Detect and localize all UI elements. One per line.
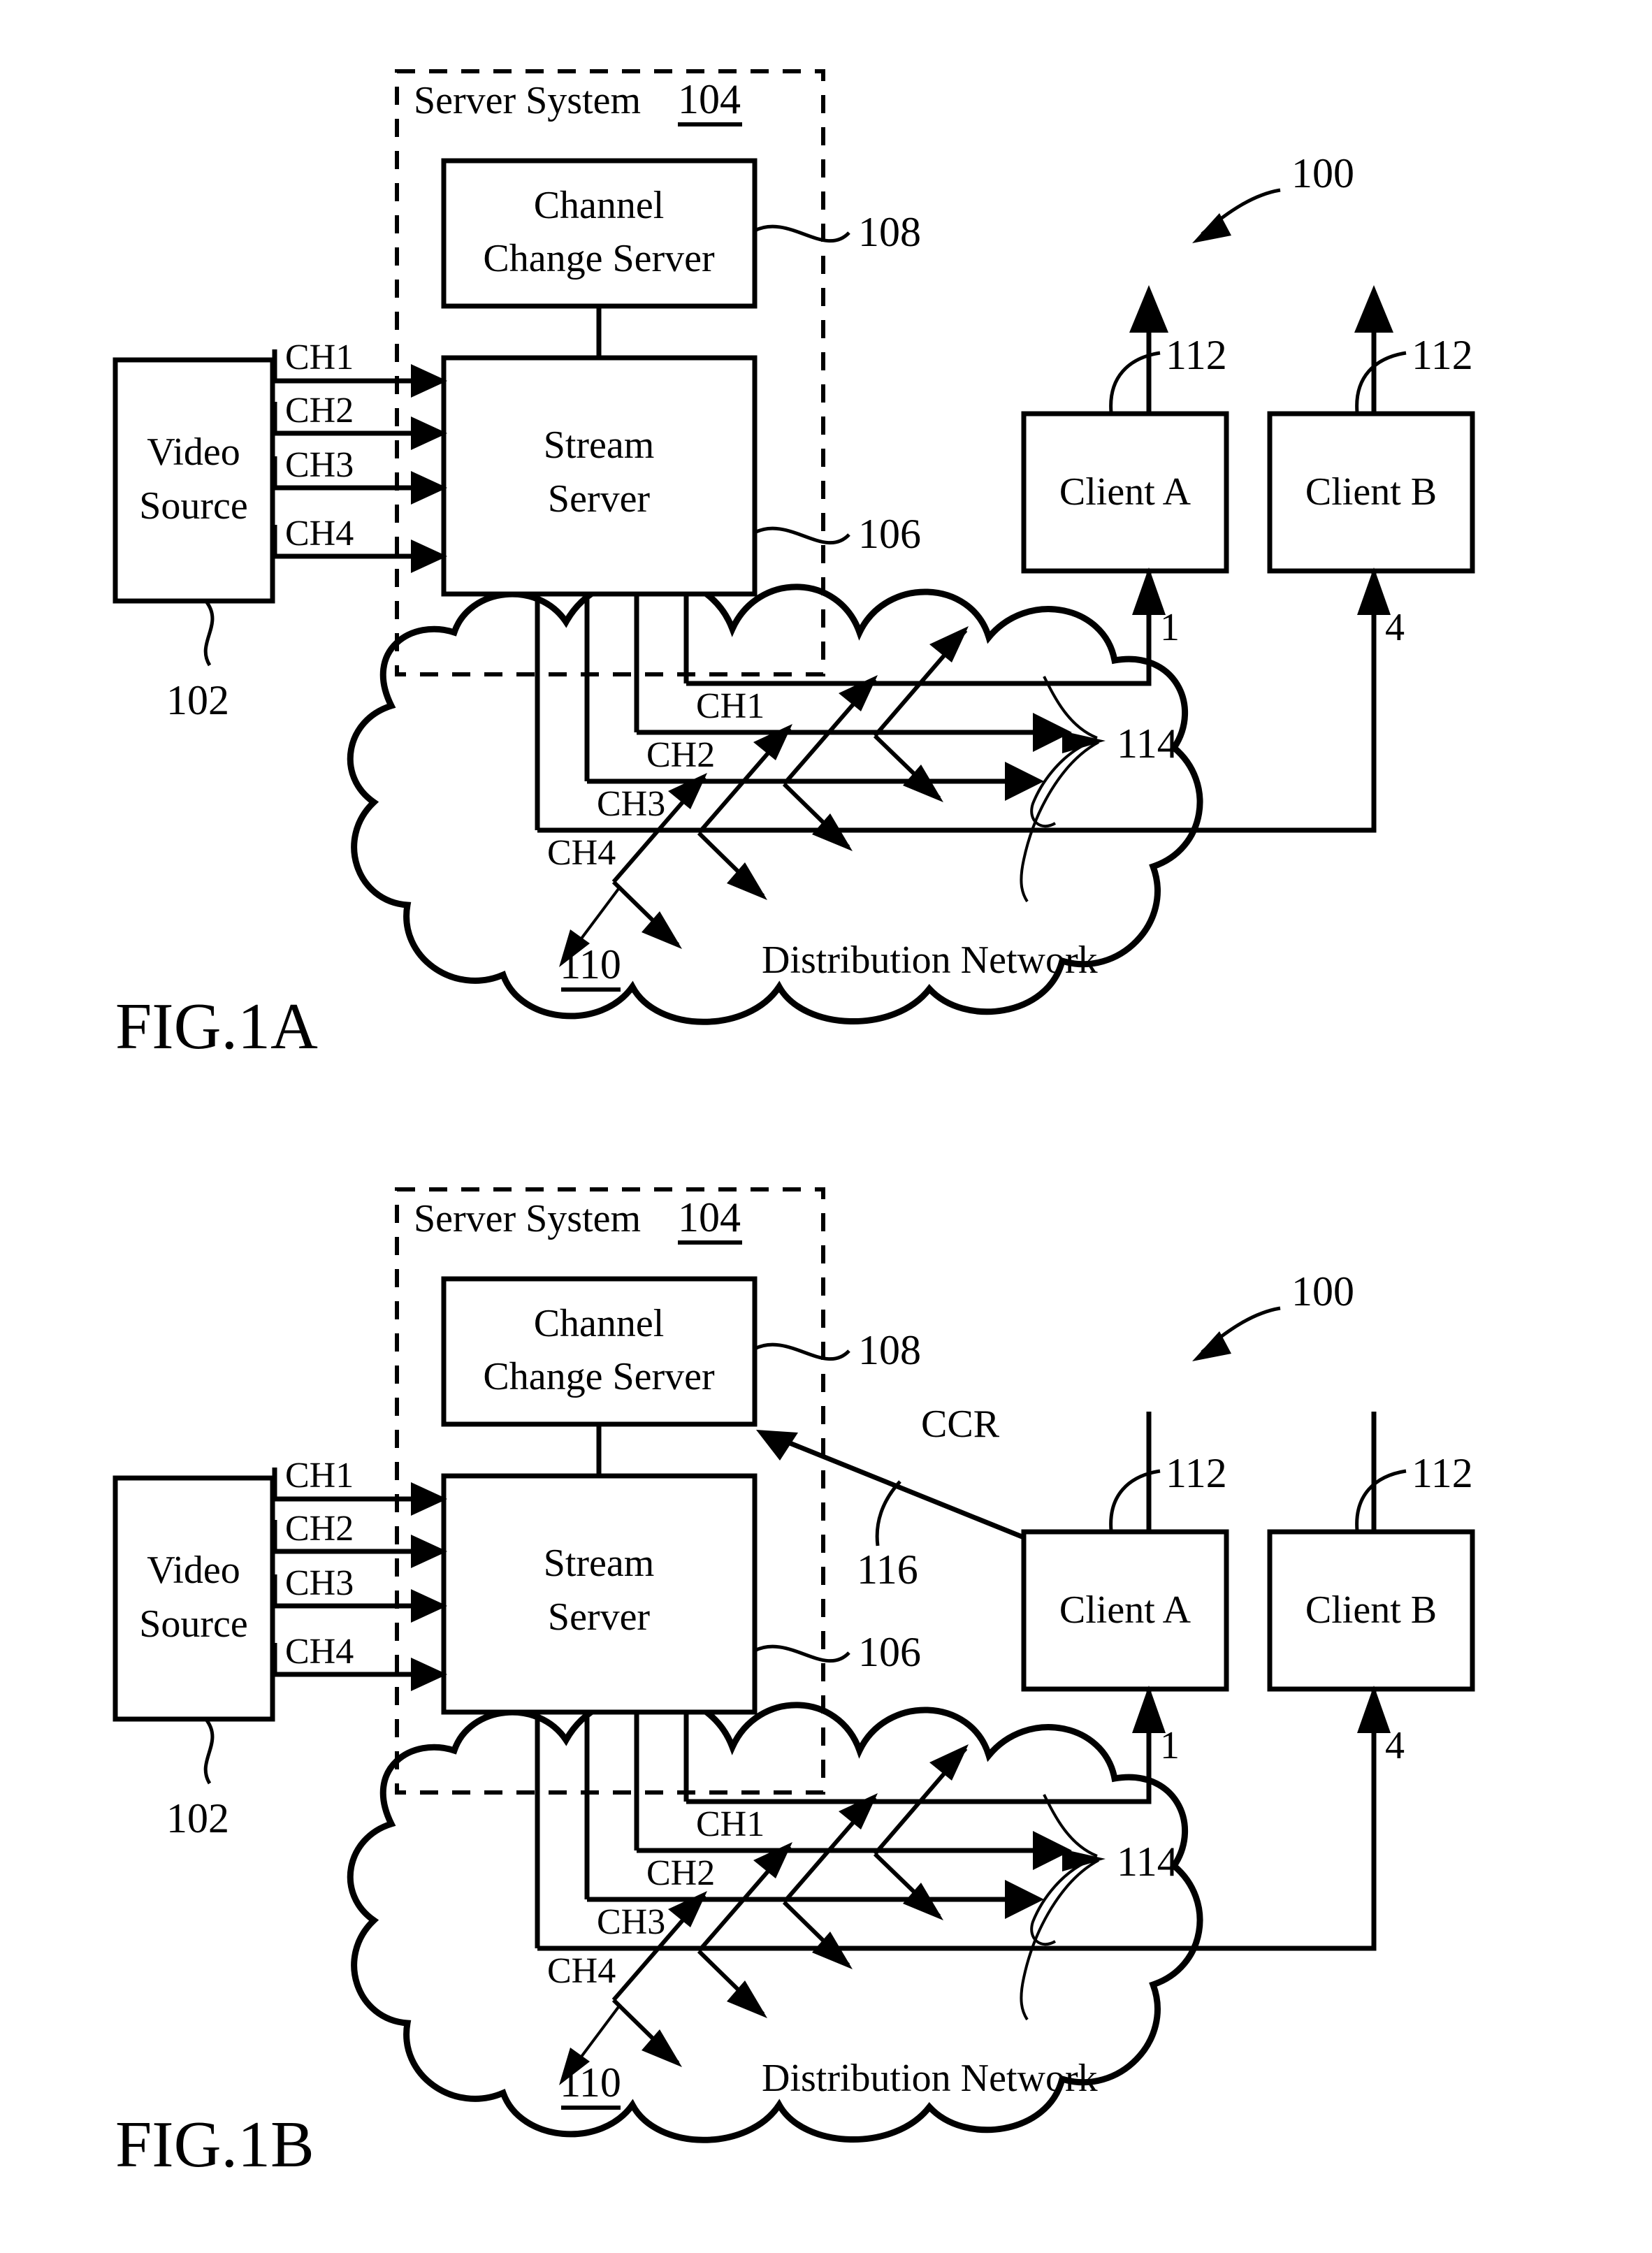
network-channel-label-ch2: CH2 [646, 1853, 715, 1893]
ref-108: 108 [858, 1327, 921, 1373]
source-channel-label-ch2: CH2 [285, 1509, 354, 1549]
ccr-label: CCR [921, 1403, 1000, 1446]
ccs-label-line1: Channel [534, 1302, 665, 1345]
client-b-label: Client B [1305, 470, 1437, 514]
stream-server-label-line1: Stream [544, 1542, 655, 1585]
leader-102 [203, 601, 215, 667]
figure-1b-title: FIG.1B [115, 2108, 314, 2181]
source-channel-label-ch2: CH2 [285, 391, 354, 430]
figure-1a-title: FIG.1A [115, 990, 318, 1063]
leader-112-a [1109, 1469, 1161, 1531]
stream-server-box [441, 355, 758, 597]
ccr-arrow [756, 1430, 1025, 1540]
video-source-label-line2: Source [139, 484, 248, 528]
leader-106 [753, 1644, 850, 1663]
ref-106: 106 [858, 511, 921, 557]
ref-112-b: 112 [1412, 1450, 1473, 1496]
server-system-ref: 104 [678, 76, 741, 122]
video-source-label-line1: Video [147, 1549, 240, 1592]
server-system-label: Server System [414, 1197, 641, 1240]
ref-102: 102 [166, 1795, 229, 1841]
network-channel-label-ch1: CH1 [696, 1804, 765, 1844]
leader-108 [753, 1342, 850, 1361]
figure-1a: Server System 104 Channel Change Server … [113, 69, 1475, 1063]
ccs-label-line2: Change Server [483, 237, 715, 280]
client-b-channel-number: 4 [1385, 606, 1405, 649]
source-channel-label-ch3: CH3 [285, 445, 354, 485]
video-source-label-line2: Source [139, 1602, 248, 1646]
client-a-channel-number: 1 [1160, 1724, 1180, 1767]
network-channel-label-ch3: CH3 [597, 1902, 665, 1942]
source-channel-label-ch1: CH1 [285, 338, 354, 377]
client-a-label: Client A [1059, 470, 1191, 514]
arrowhead-client-b [1354, 285, 1393, 333]
source-channel-label-ch4: CH4 [285, 1632, 354, 1672]
leader-112-b [1355, 351, 1407, 413]
client-a-channel-number: 1 [1160, 606, 1180, 649]
leader-112-a [1109, 351, 1161, 413]
ref-102: 102 [166, 677, 229, 723]
ref-108: 108 [858, 209, 921, 255]
source-channel-label-ch1: CH1 [285, 1456, 354, 1495]
video-source-label-line1: Video [147, 430, 240, 474]
network-channel-label-ch4: CH4 [547, 1951, 616, 1991]
network-channel-label-ch3: CH3 [597, 784, 665, 824]
source-channel-label-ch4: CH4 [285, 514, 354, 553]
ref-110: 110 [560, 2059, 621, 2106]
source-channel-label-ch3: CH3 [285, 1563, 354, 1603]
stream-server-label-line1: Stream [544, 423, 655, 467]
distribution-network-label: Distribution Network [762, 939, 1098, 982]
system-ref-100: 100 [1291, 1268, 1354, 1314]
ref-114: 114 [1117, 1839, 1178, 1885]
channel-change-server-box [441, 158, 758, 309]
ref-112-a: 112 [1166, 1450, 1227, 1496]
video-source-box [113, 1475, 275, 1722]
ccs-label-line1: Channel [534, 184, 665, 227]
network-channel-label-ch2: CH2 [646, 735, 715, 775]
client-b-label: Client B [1305, 1588, 1437, 1632]
ref-114: 114 [1117, 720, 1178, 767]
leader-106 [753, 526, 850, 545]
server-system-ref: 104 [678, 1194, 741, 1240]
channel-change-server-box [441, 1276, 758, 1427]
ref-112-b: 112 [1412, 332, 1473, 378]
leader-112-b [1355, 1469, 1407, 1531]
ref-112-a: 112 [1166, 332, 1227, 378]
arrowhead-client-a [1129, 285, 1168, 333]
ref-106: 106 [858, 1629, 921, 1675]
network-channel-label-ch4: CH4 [547, 833, 616, 873]
network-channel-label-ch1: CH1 [696, 686, 765, 726]
figure-1b: Server System 104 Channel Change Server … [113, 1187, 1475, 2181]
leader-108 [753, 224, 850, 243]
leader-102 [203, 1719, 215, 1785]
leader-100 [1192, 188, 1281, 243]
ref-110: 110 [560, 941, 621, 987]
client-b-channel-number: 4 [1385, 1724, 1405, 1767]
ref-116: 116 [857, 1546, 918, 1593]
stream-server-label-line2: Server [548, 1595, 651, 1639]
system-ref-100: 100 [1291, 150, 1354, 196]
leader-100 [1192, 1306, 1281, 1361]
leader-116 [875, 1480, 901, 1546]
client-a-label: Client A [1059, 1588, 1191, 1632]
video-source-box [113, 357, 275, 604]
stream-server-label-line2: Server [548, 477, 651, 521]
distribution-network-label: Distribution Network [762, 2057, 1098, 2100]
stream-server-box [441, 1473, 758, 1715]
server-system-label: Server System [414, 79, 641, 122]
ccs-label-line2: Change Server [483, 1355, 715, 1398]
